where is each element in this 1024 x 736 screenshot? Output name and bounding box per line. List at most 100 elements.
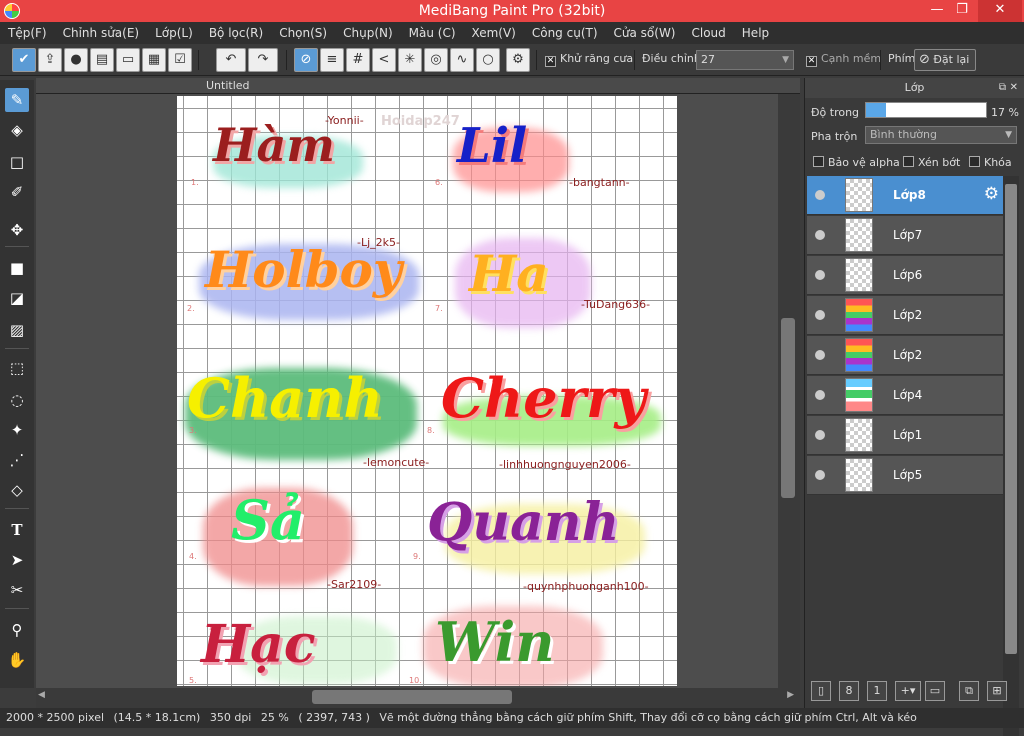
bucket-tool-icon[interactable]: ◪ [5, 286, 29, 310]
menu-window[interactable]: Cửa sổ(W) [606, 22, 684, 44]
minimize-button[interactable]: — [922, 0, 952, 22]
share-icon[interactable]: ⇪ [38, 48, 62, 72]
move-tool-icon[interactable]: ✥ [5, 218, 29, 242]
duplicate-layer-icon[interactable]: ⧉ [959, 681, 979, 701]
visibility-icon[interactable] [815, 270, 825, 280]
gradient-tool-icon[interactable]: ▨ [5, 318, 29, 342]
blend-mode-select[interactable]: Bình thường ▼ [865, 126, 1017, 144]
pen-tool-icon[interactable]: ✐ [5, 180, 29, 204]
curve-snap-icon[interactable]: ∿ [450, 48, 474, 72]
select-tool-icon[interactable]: ⬚ [5, 356, 29, 380]
undo-icon[interactable]: ↶ [216, 48, 246, 72]
comment-icon[interactable]: ▤ [90, 48, 114, 72]
eraser-tool-icon[interactable]: ◈ [5, 118, 29, 142]
text-tool-icon[interactable]: T [5, 518, 29, 542]
panel-icon[interactable]: ▦ [142, 48, 166, 72]
menu-help[interactable]: Help [734, 22, 777, 44]
vertical-scrollbar[interactable] [778, 94, 800, 688]
hand-tool-icon[interactable]: ✋ [5, 648, 29, 672]
artwork-page[interactable]: Hoidap247 Hàm -Yonnii- 1. Lil -bangtann-… [177, 96, 677, 686]
layer-name: Lớp4 [893, 388, 923, 402]
visibility-icon[interactable] [815, 430, 825, 440]
document-tab[interactable]: Untitled [36, 78, 800, 94]
magic-wand-tool-icon[interactable]: ✦ [5, 418, 29, 442]
add-layer-menu-icon[interactable]: +▾ [895, 681, 921, 701]
menu-view[interactable]: Xem(V) [464, 22, 524, 44]
clipping-checkbox[interactable]: Xén bớt [903, 156, 960, 169]
scroll-left-icon[interactable]: ◀ [38, 690, 45, 700]
circle-snap-icon[interactable]: ◎ [424, 48, 448, 72]
ellipse-snap-icon[interactable]: ○ [476, 48, 500, 72]
layer-row[interactable]: Lớp6 [807, 256, 1003, 295]
scroll-right-icon[interactable]: ▶ [787, 690, 794, 700]
layer-row[interactable]: Lớp1 [807, 416, 1003, 455]
layer-row[interactable]: Lớp5 [807, 456, 1003, 495]
visibility-icon[interactable] [815, 390, 825, 400]
divide-tool-icon[interactable]: ✂ [5, 578, 29, 602]
menu-edit[interactable]: Chỉnh sửa(E) [55, 22, 148, 44]
visibility-icon[interactable] [815, 190, 825, 200]
perspective-snap-icon[interactable]: < [372, 48, 396, 72]
brush-tool-icon[interactable]: ✎ [5, 88, 29, 112]
opacity-slider[interactable] [865, 102, 987, 118]
undock-icon[interactable]: ⧉ [999, 78, 1006, 98]
canvas-area[interactable]: Hoidap247 Hàm -Yonnii- 1. Lil -bangtann-… [36, 94, 800, 688]
menu-color[interactable]: Màu (C) [401, 22, 464, 44]
scroll-thumb[interactable] [1005, 184, 1017, 654]
folder-icon[interactable]: ▭ [925, 681, 945, 701]
restore-button[interactable]: ❐ [950, 0, 974, 22]
menu-snap[interactable]: Chụp(N) [335, 22, 401, 44]
layer-row[interactable]: Lớp2 [807, 296, 1003, 335]
horizontal-scrollbar[interactable]: ◀ ▶ [36, 688, 800, 708]
protect-alpha-checkbox[interactable]: Bảo vệ alpha [813, 156, 900, 169]
menu-select[interactable]: Chọn(S) [271, 22, 335, 44]
new-layer-icon[interactable]: ▯ [811, 681, 831, 701]
cloud-save-icon[interactable]: ✔ [12, 48, 36, 72]
visibility-icon[interactable] [815, 470, 825, 480]
layer-row[interactable]: Lớp7 [807, 216, 1003, 255]
tool-divider [5, 246, 29, 247]
lock-checkbox[interactable]: Khóa [969, 156, 1012, 169]
checklist-icon[interactable]: ☑ [168, 48, 192, 72]
select-pen-tool-icon[interactable]: ⋰ [5, 448, 29, 472]
close-button[interactable]: ✕ [978, 0, 1022, 22]
soft-edge-check: ✕ [806, 56, 817, 67]
eyedropper-tool-icon[interactable]: ⚲ [5, 618, 29, 642]
menu-file[interactable]: Tệp(F) [0, 22, 55, 44]
lasso-tool-icon[interactable]: ◌ [5, 388, 29, 412]
visibility-icon[interactable] [815, 310, 825, 320]
speech-bubble-icon[interactable]: ● [64, 48, 88, 72]
scroll-thumb[interactable] [312, 690, 512, 704]
page-icon[interactable]: ▭ [116, 48, 140, 72]
layer-scrollbar[interactable] [1003, 176, 1019, 736]
menu-tools[interactable]: Công cụ(T) [524, 22, 606, 44]
layer-row[interactable]: Lớp2 [807, 336, 1003, 375]
grid-snap-icon[interactable]: # [346, 48, 370, 72]
menu-filter[interactable]: Bộ lọc(R) [201, 22, 271, 44]
soft-edge-checkbox[interactable]: ✕ Cạnh mềm [806, 52, 881, 67]
adjust-select[interactable]: 27 ▼ [696, 50, 794, 70]
scroll-thumb[interactable] [781, 318, 795, 498]
parallel-snap-icon[interactable]: ≡ [320, 48, 344, 72]
select-eraser-tool-icon[interactable]: ◇ [5, 478, 29, 502]
visibility-icon[interactable] [815, 350, 825, 360]
snap-off-icon[interactable]: ⊘ [294, 48, 318, 72]
merge-layer-icon[interactable]: ⊞ [987, 681, 1007, 701]
dot-tool-icon[interactable]: □ [5, 150, 29, 174]
visibility-icon[interactable] [815, 230, 825, 240]
layer-row[interactable]: Lớp4 [807, 376, 1003, 415]
new-1bit-layer-icon[interactable]: 1 [867, 681, 887, 701]
close-icon[interactable]: ✕ [1010, 78, 1018, 98]
radial-snap-icon[interactable]: ✳ [398, 48, 422, 72]
antialias-checkbox[interactable]: ✕ Khử răng cưa [545, 52, 633, 67]
redo-icon[interactable]: ↷ [248, 48, 278, 72]
new-halftone-layer-icon[interactable]: 8 [839, 681, 859, 701]
menu-layer[interactable]: Lớp(L) [147, 22, 201, 44]
gear-icon[interactable]: ⚙ [984, 184, 999, 204]
snap-settings-icon[interactable]: ⚙ [506, 48, 530, 72]
layer-row[interactable]: Lớp8 ⚙ [807, 176, 1003, 215]
reset-button[interactable]: ⊘ Đặt lại [914, 49, 976, 71]
operation-tool-icon[interactable]: ➤ [5, 548, 29, 572]
menu-cloud[interactable]: Cloud [684, 22, 734, 44]
rectangle-fill-tool-icon[interactable]: ■ [5, 256, 29, 280]
